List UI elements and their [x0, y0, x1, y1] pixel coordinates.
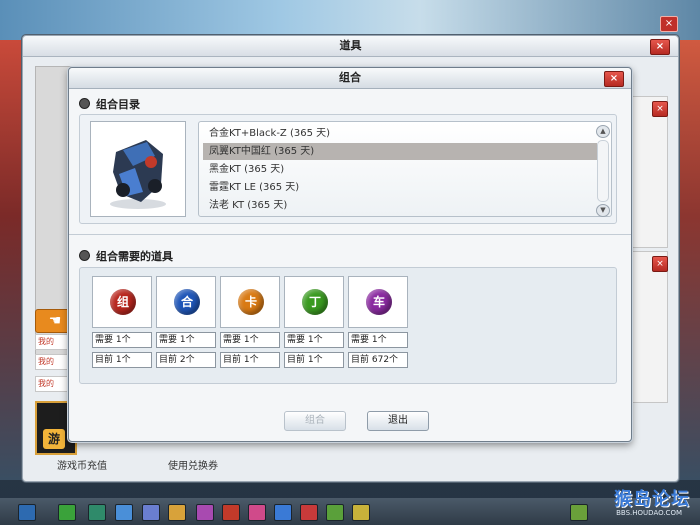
list-item-selected[interactable]: 凤翼KT中国红 (365 天): [203, 143, 597, 160]
required-item-4: 丁 需要 1个 目前 1个: [284, 276, 344, 368]
item-need-label: 需要 1个: [348, 332, 408, 348]
edit-icon[interactable]: [142, 504, 160, 521]
voucher-link[interactable]: 使用兑换券: [168, 457, 218, 472]
map-icon[interactable]: [88, 504, 106, 521]
required-item-2: 合 需要 1个 目前 2个: [156, 276, 216, 368]
list-item[interactable]: 雷霆KT LE (365 天): [203, 179, 597, 196]
item-ball-icon: 丁: [302, 289, 328, 315]
back-icon[interactable]: [58, 504, 76, 521]
required-item-3: 卡 需要 1个 目前 1个: [220, 276, 280, 368]
item-ball-icon: 合: [174, 289, 200, 315]
gift-icon[interactable]: [222, 504, 240, 521]
chat-icon[interactable]: [326, 504, 344, 521]
catalog-section-title: 组合目录: [79, 96, 140, 112]
item-need-label: 需要 1个: [284, 332, 344, 348]
combine-button[interactable]: 组合: [284, 411, 346, 431]
item-slot[interactable]: 车: [348, 276, 408, 328]
notes-icon[interactable]: [570, 504, 588, 521]
combine-dialog-title: 组合: [69, 68, 631, 89]
home-icon[interactable]: [115, 504, 133, 521]
shop-icon[interactable]: [168, 504, 186, 521]
item-current-label: 目前 2个: [156, 352, 216, 368]
required-items-section-label: 组合需要的道具: [96, 250, 173, 263]
required-item-5: 车 需要 1个 目前 672个: [348, 276, 408, 368]
scroll-down-icon[interactable]: ▼: [596, 204, 610, 217]
item-ball-icon: 卡: [238, 289, 264, 315]
item-ball-icon: 车: [366, 289, 392, 315]
scroll-up-icon[interactable]: ▲: [596, 125, 610, 138]
item-slot[interactable]: 丁: [284, 276, 344, 328]
item-slot[interactable]: 组: [92, 276, 152, 328]
required-items-section: 组 需要 1个 目前 1个 合 需要 1个 目前 2个 卡 需要 1个 目前 1…: [79, 267, 617, 384]
exit-button[interactable]: 退出: [367, 411, 429, 431]
item-current-label: 目前 672个: [348, 352, 408, 368]
watermark-url: BBS.HOUDAO.COM: [616, 509, 682, 517]
bag-icon[interactable]: [196, 504, 214, 521]
combine-dialog: 组合 × 组合目录 合金KT+Black-Z (365 天) 凤翼KT中国红 (…: [68, 67, 632, 442]
item-slot[interactable]: 卡: [220, 276, 280, 328]
game-badge-icon: 游: [43, 429, 65, 449]
catalog-section: 合金KT+Black-Z (365 天) 凤翼KT中国红 (365 天) 黑金K…: [79, 114, 617, 224]
props-window-close-button[interactable]: ×: [650, 39, 670, 55]
item-current-label: 目前 1个: [220, 352, 280, 368]
bullet-icon: [79, 98, 90, 109]
list-item[interactable]: 合金KT+Black-Z (365 天): [203, 125, 597, 142]
item-current-label: 目前 1个: [284, 352, 344, 368]
background-close-button[interactable]: ×: [660, 16, 678, 32]
item-need-label: 需要 1个: [220, 332, 280, 348]
right-item-close-2[interactable]: ×: [652, 256, 668, 272]
catalog-section-label: 组合目录: [96, 98, 140, 111]
right-item-panel-2: [626, 251, 668, 403]
game-icon[interactable]: [300, 504, 318, 521]
combine-dialog-close-button[interactable]: ×: [604, 71, 624, 87]
combine-list[interactable]: 合金KT+Black-Z (365 天) 凤翼KT中国红 (365 天) 黑金K…: [198, 121, 612, 217]
item-slot[interactable]: 合: [156, 276, 216, 328]
list-item[interactable]: 法老 KT (365 天): [203, 197, 597, 214]
required-items-section-title: 组合需要的道具: [79, 248, 173, 264]
taskbar: [0, 498, 700, 525]
item-need-label: 需要 1个: [92, 332, 152, 348]
kart-preview-image: [90, 121, 186, 217]
settings-icon[interactable]: [352, 504, 370, 521]
right-item-close-1[interactable]: ×: [652, 101, 668, 117]
item-ball-icon: 组: [110, 289, 136, 315]
item-current-label: 目前 1个: [92, 352, 152, 368]
scroll-track[interactable]: [597, 140, 609, 202]
item-need-label: 需要 1个: [156, 332, 216, 348]
right-item-panel-1: [626, 96, 668, 248]
friends-icon[interactable]: [248, 504, 266, 521]
required-item-1: 组 需要 1个 目前 1个: [92, 276, 152, 368]
list-scrollbar[interactable]: ▲ ▼: [596, 125, 610, 217]
list-item[interactable]: 黑金KT (365 天): [203, 161, 597, 178]
watermark-text: 猴岛论坛: [614, 489, 690, 510]
section-divider: [69, 234, 631, 235]
start-icon[interactable]: [18, 504, 36, 521]
props-window-title: 道具: [23, 36, 678, 57]
bullet-icon: [79, 250, 90, 261]
mail-icon[interactable]: [274, 504, 292, 521]
recharge-link[interactable]: 游戏币充值: [57, 457, 107, 472]
kart-icon: [110, 140, 166, 209]
game-background-top: [0, 0, 700, 40]
